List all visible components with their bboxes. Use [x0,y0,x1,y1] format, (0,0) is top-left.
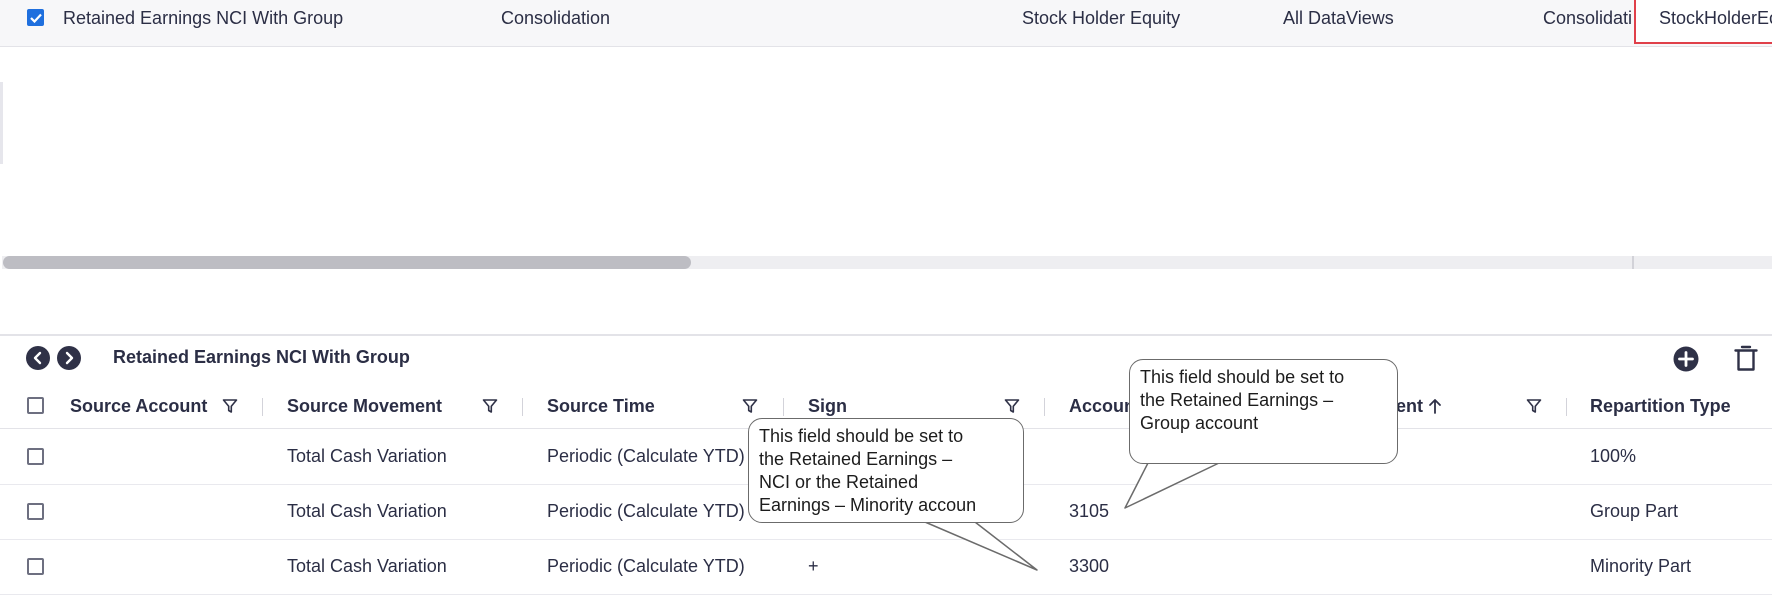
repartition-cell: 100% [1590,446,1637,466]
panel-title: Retained Earnings NCI With Group [113,347,410,367]
sign-cell: + [808,556,819,576]
filter-icon[interactable] [1004,398,1020,414]
callout-minority-account: This field should be set to the Retained… [748,418,1024,523]
callout-line: Group account [1140,413,1259,433]
callout-line: the Retained Earnings – [1140,390,1334,410]
repartition-cell: Group Part [1590,501,1679,521]
trash-icon[interactable] [1734,344,1758,372]
arrow-up-icon[interactable] [1428,398,1442,414]
category-cell: Consolidation [501,8,611,28]
table-row[interactable]: Total Cash Variation Periodic (Calculate… [0,540,1772,595]
filter-icon[interactable] [222,398,238,414]
row-checkbox[interactable] [27,448,44,465]
source-time-cell: Periodic (Calculate YTD) [547,501,745,521]
callout-line: This field should be set to [759,426,964,446]
prev-button[interactable] [26,346,50,370]
next-button[interactable] [57,346,81,370]
group-cell: Stock Holder Equity [1022,8,1181,28]
horizontal-scrollbar-thumb[interactable] [3,256,691,269]
row-checkbox[interactable] [27,9,44,26]
column-header-source-movement[interactable]: Source Movement [287,396,442,417]
select-all-checkbox[interactable] [27,397,44,414]
chevron-left-icon [33,351,42,365]
filter-icon[interactable] [1526,398,1542,414]
column-header-movement-partial[interactable]: ent [1396,396,1423,417]
column-header-account[interactable]: Accoun [1069,396,1135,417]
dataview-cell: All DataViews [1283,8,1394,28]
truncated-cell: Consolidati [1543,8,1633,28]
callout-line: This field should be set to [1140,367,1345,387]
filter-icon[interactable] [742,398,758,414]
editing-cell[interactable]: StockHolderEc [1634,0,1772,44]
rule-name-cell: Retained Earnings NCI With Group [63,8,344,28]
column-header-sign[interactable]: Sign [808,396,847,417]
source-time-cell: Periodic (Calculate YTD) [547,446,745,466]
source-movement-cell: Total Cash Variation [287,556,447,576]
repartition-cell: Minority Part [1590,556,1692,576]
row-checkbox[interactable] [27,503,44,520]
callout-line: Earnings – Minority accoun [759,495,977,515]
panel-divider [0,334,1772,336]
source-time-cell: Periodic (Calculate YTD) [547,556,745,576]
column-resizer[interactable] [262,398,263,416]
callout-line: NCI or the Retained [759,472,919,492]
chevron-right-icon [65,351,74,365]
source-movement-cell: Total Cash Variation [287,501,447,521]
column-header-repartition-type[interactable]: Repartition Type [1590,396,1731,417]
callout-line: the Retained Earnings – [759,449,953,469]
callout-group-account: This field should be set to the Retained… [1129,359,1398,464]
column-resizer[interactable] [783,398,784,416]
source-movement-cell: Total Cash Variation [287,446,447,466]
editing-cell-value: StockHolderEc [1659,8,1772,28]
account-cell: 3105 [1069,501,1110,521]
selected-grid-row[interactable]: Retained Earnings NCI With Group Consoli… [0,0,1772,47]
plus-circle-icon[interactable] [1673,346,1699,372]
column-resizer[interactable] [1566,398,1567,416]
frozen-column-divider [1632,256,1634,269]
column-header-source-time[interactable]: Source Time [547,396,655,417]
account-cell: 3300 [1069,556,1110,576]
column-resizer[interactable] [1044,398,1045,416]
left-edge-strip [0,82,3,164]
column-header-source-account[interactable]: Source Account [70,396,207,417]
column-resizer[interactable] [522,398,523,416]
filter-icon[interactable] [482,398,498,414]
row-checkbox[interactable] [27,558,44,575]
